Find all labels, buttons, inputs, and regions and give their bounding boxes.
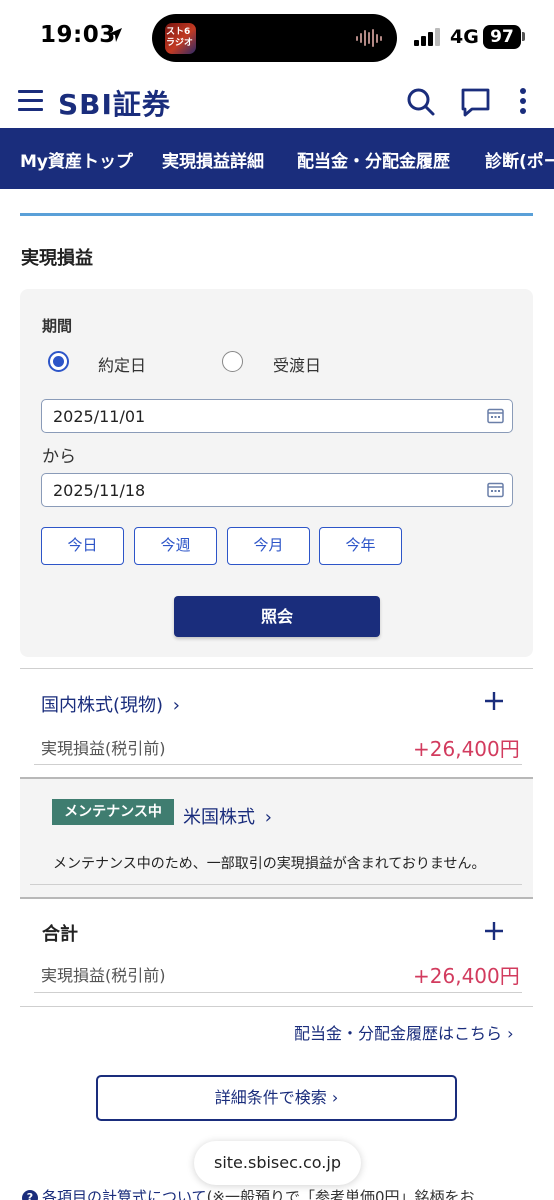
us-stocks-maintenance-box: メンテナンス中 米国株式 › メンテナンス中のため、一部取引の実現損益が含まれて… bbox=[20, 779, 533, 897]
network-type: 4G bbox=[450, 26, 479, 48]
us-stocks-title: 米国株式 bbox=[183, 807, 255, 828]
date-from-input[interactable]: 2025/11/01 bbox=[41, 399, 513, 433]
divider bbox=[20, 1006, 533, 1007]
divider bbox=[34, 764, 522, 765]
search-icon[interactable] bbox=[406, 87, 436, 117]
us-stocks-link[interactable]: 米国株式 › bbox=[183, 803, 272, 829]
expand-plus-icon[interactable] bbox=[484, 921, 504, 941]
now-playing-line1: スト6 bbox=[166, 27, 191, 37]
section-nav: My資産トップ 実現損益詳細 配当金・分配金履歴 診断(ポートフォリオ) bbox=[0, 128, 554, 189]
audio-waveform-icon bbox=[356, 29, 382, 47]
filter-panel: 期間 約定日 受渡日 2025/11/01 から 2025/11/18 今日 今… bbox=[20, 289, 533, 657]
app-header: SBI証券 bbox=[0, 76, 554, 128]
period-label: 期間 bbox=[42, 317, 73, 335]
divider bbox=[20, 668, 533, 669]
menu-icon[interactable] bbox=[18, 90, 43, 112]
divider bbox=[20, 897, 533, 899]
battery-tip bbox=[522, 32, 525, 41]
nav-item-dividend-history[interactable]: 配当金・分配金履歴 bbox=[297, 147, 450, 172]
calendar-icon[interactable] bbox=[487, 482, 504, 498]
dividend-history-link[interactable]: 配当金・分配金履歴はこちら › bbox=[294, 1020, 514, 1044]
dynamic-island[interactable]: スト6 ラジオ bbox=[152, 14, 397, 62]
total-pl-amount: +26,400円 bbox=[413, 964, 520, 988]
nav-item-my-assets[interactable]: My資産トップ bbox=[20, 147, 133, 172]
calculation-formula-link[interactable]: 各項目の計算式について bbox=[42, 1188, 207, 1200]
quick-this-week-button[interactable]: 今週 bbox=[134, 527, 217, 565]
maintenance-note: メンテナンス中のため、一部取引の実現損益が含まれておりません。 bbox=[53, 856, 486, 872]
domestic-pl-amount: +26,400円 bbox=[413, 737, 520, 761]
from-label: から bbox=[42, 447, 76, 467]
total-title: 合計 bbox=[42, 924, 78, 945]
domestic-pl-label: 実現損益(税引前) bbox=[41, 739, 166, 758]
nav-item-portfolio-diagnosis[interactable]: 診断(ポートフォリオ) bbox=[485, 147, 554, 172]
radio-trade-date[interactable] bbox=[48, 351, 69, 372]
radio-trade-date-label[interactable]: 約定日 bbox=[98, 352, 146, 376]
page-title: 実現損益 bbox=[21, 248, 93, 269]
sbi-logo[interactable]: SBI証券 bbox=[58, 83, 171, 123]
quick-this-year-button[interactable]: 今年 bbox=[319, 527, 402, 565]
quick-this-month-button[interactable]: 今月 bbox=[227, 527, 310, 565]
calculation-note: ? 各項目の計算式について(※一般預りで「参考単価0円」銘柄をお bbox=[22, 1186, 475, 1200]
quick-today-button[interactable]: 今日 bbox=[41, 527, 124, 565]
now-playing-app-icon: スト6 ラジオ bbox=[165, 23, 196, 54]
nav-item-realized-pl[interactable]: 実現損益詳細 bbox=[162, 147, 264, 172]
calendar-icon[interactable] bbox=[487, 408, 504, 424]
maintenance-badge: メンテナンス中 bbox=[52, 799, 174, 825]
chevron-right-icon: › bbox=[172, 695, 180, 716]
date-from-value: 2025/11/01 bbox=[53, 407, 146, 426]
date-to-value: 2025/11/18 bbox=[53, 481, 146, 500]
battery-indicator: 97 bbox=[483, 25, 521, 49]
radio-settlement-date-label[interactable]: 受渡日 bbox=[273, 352, 321, 376]
chat-icon[interactable] bbox=[460, 87, 491, 118]
divider bbox=[30, 884, 522, 885]
divider bbox=[34, 992, 522, 993]
question-icon: ? bbox=[22, 1190, 38, 1200]
radio-settlement-date[interactable] bbox=[222, 351, 243, 372]
domestic-stocks-title: 国内株式(現物) bbox=[41, 695, 164, 716]
status-time: 19:03 bbox=[40, 22, 116, 48]
more-vertical-icon[interactable] bbox=[518, 87, 528, 117]
expand-plus-icon[interactable] bbox=[484, 691, 504, 711]
browser-url-bar[interactable]: site.sbisec.co.jp bbox=[194, 1141, 361, 1185]
detail-search-button[interactable]: 詳細条件で検索 › bbox=[96, 1075, 457, 1121]
now-playing-line2: ラジオ bbox=[166, 38, 193, 48]
chevron-right-icon: › bbox=[264, 807, 272, 828]
cellular-signal-icon bbox=[414, 28, 440, 46]
calculation-note-text: (※一般預りで「参考単価0円」銘柄をお bbox=[206, 1188, 475, 1200]
inquiry-submit-button[interactable]: 照会 bbox=[174, 596, 380, 637]
total-pl-label: 実現損益(税引前) bbox=[41, 966, 166, 985]
status-bar: 19:03 スト6 ラジオ 4G 97 bbox=[0, 0, 554, 76]
section-divider bbox=[20, 213, 533, 216]
location-arrow-icon bbox=[108, 28, 122, 42]
date-to-input[interactable]: 2025/11/18 bbox=[41, 473, 513, 507]
domestic-stocks-link[interactable]: 国内株式(現物) › bbox=[41, 691, 180, 717]
